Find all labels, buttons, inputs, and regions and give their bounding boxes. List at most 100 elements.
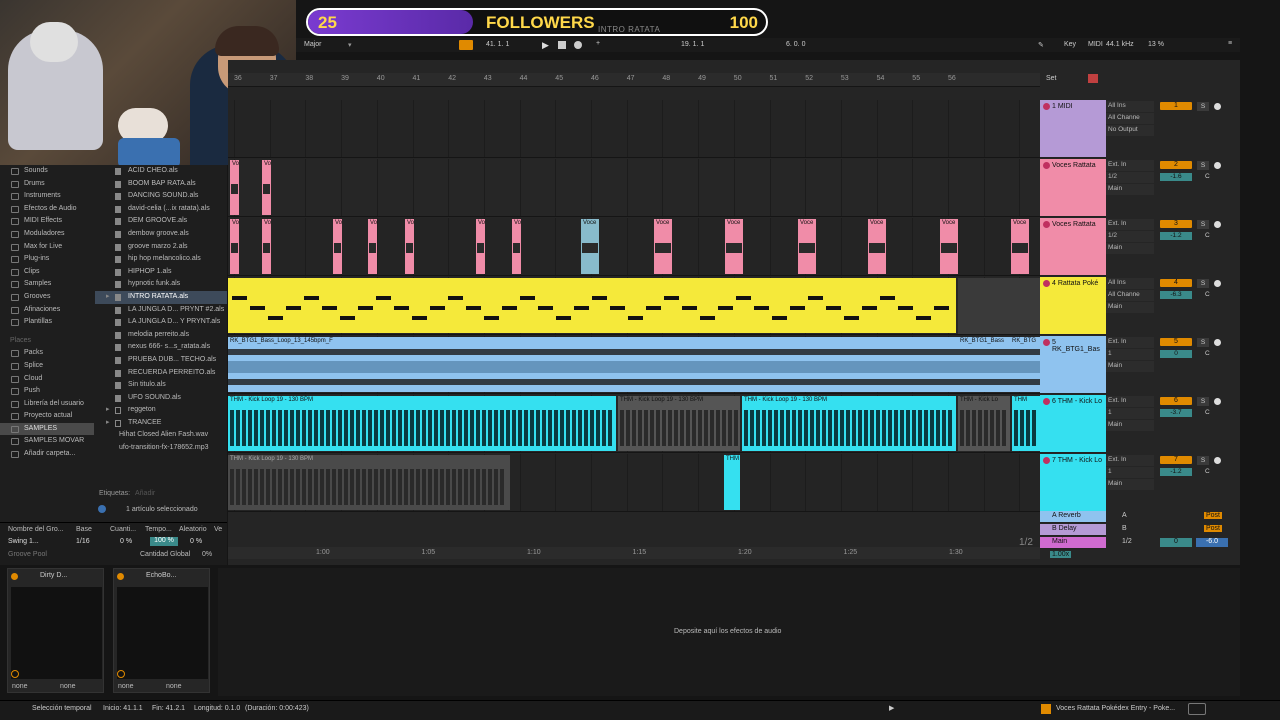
io-select[interactable]: Main [1106,479,1154,490]
track-number[interactable]: 6 [1160,397,1192,405]
solo-button[interactable]: S [1197,102,1209,111]
category-item[interactable]: Clips [0,266,94,279]
audio-clip[interactable]: Voce [262,160,271,215]
io-select[interactable]: Main [1106,420,1154,431]
key-map-button[interactable]: Key [1064,41,1076,48]
audio-clip[interactable]: Voce [798,219,816,274]
device-power-icon[interactable] [11,573,18,580]
file-item[interactable]: DEM GROOVE.als [95,215,227,228]
midi-clip[interactable] [228,278,956,333]
io-select[interactable]: Main [1106,302,1154,313]
track-lane[interactable]: Voce Voce [228,159,1040,217]
audio-clip[interactable]: Voce [512,219,521,274]
return-track[interactable]: Main [1040,537,1106,549]
expand-icon[interactable]: ▸ [106,404,110,417]
solo-button[interactable]: S [1197,456,1209,465]
file-item[interactable]: hip hop melancolico.als [95,253,227,266]
pan-value[interactable]: C [1205,173,1210,180]
io-select[interactable]: Ext. In [1106,396,1154,407]
place-item[interactable]: Splice [0,360,94,373]
io-select[interactable]: All Ins [1106,278,1154,289]
file-item[interactable]: melodia perreito.als [95,329,227,342]
position-display[interactable]: 41. 1. 1 [486,41,509,48]
audio-clip[interactable]: Voce [725,219,743,274]
fold-icon[interactable] [1043,339,1050,346]
solo-button[interactable]: S [1197,338,1209,347]
tags-add[interactable]: Añadir [135,490,155,497]
file-item[interactable]: nexus 666- s...s_ratata.als [95,341,227,354]
audio-clip[interactable]: Voce [654,219,672,274]
track-header[interactable]: Voces Rattata [1040,159,1106,217]
category-item[interactable]: Max for Live [0,241,94,254]
inactive-clip[interactable] [958,278,1040,334]
record-icon[interactable] [574,41,582,49]
pan-value[interactable]: C [1205,468,1210,475]
track-lane[interactable]: Voce Voce Voce Voce Voce Voce Voce Voce Voce Voce… [228,218,1040,276]
track-number[interactable]: 4 [1160,279,1192,287]
category-item[interactable]: Efectos de Audio [0,203,94,216]
file-item[interactable]: ▸ INTRO RATATA.als [95,290,227,304]
track-number[interactable]: 3 [1160,220,1192,228]
device-power-icon[interactable] [117,573,124,580]
track-header[interactable]: Voces Rattata [1040,218,1106,276]
track-number[interactable]: 1 [1160,102,1192,110]
arm-icon[interactable] [1214,221,1221,228]
scale-select[interactable]: Major [304,41,322,48]
category-item[interactable]: MIDI Effects [0,215,94,228]
arrangement-record-icon[interactable] [459,40,473,50]
solo-button[interactable]: S [1197,397,1209,406]
view-toggle-icon[interactable] [1188,703,1206,715]
track-number[interactable]: 2 [1160,161,1192,169]
io-select[interactable]: 1 [1106,408,1154,419]
file-item[interactable]: Sin titulo.als [95,379,227,392]
file-item[interactable]: PRUEBA DUB... TECHO.als [95,354,227,367]
knob-icon[interactable] [117,670,125,678]
track-header[interactable]: 5 RK_BTG1_Bas [1040,336,1106,394]
volume-value[interactable]: -3.7 [1160,409,1192,417]
audio-clip[interactable]: Voce [333,219,342,274]
audio-clip[interactable]: THM [724,455,740,510]
expand-icon[interactable]: ▸ [106,291,110,304]
fold-icon[interactable] [1043,103,1050,110]
add-icon[interactable]: + [596,40,600,47]
set-icon[interactable] [1088,74,1098,83]
fold-icon[interactable] [1043,221,1050,228]
io-select[interactable]: 1/2 [1106,172,1154,183]
track-lane[interactable]: RK_BTG1_Bass_Loop_13_145bpm_F RK_BTG1_Bas… [228,336,1040,394]
scale-chevron-icon[interactable]: ▾ [348,41,352,49]
io-select[interactable]: All Channe [1106,113,1154,124]
audio-clip[interactable]: Voce [405,219,414,274]
category-item[interactable]: Instruments [0,190,94,203]
groove-base[interactable]: 1/16 [76,538,90,545]
volume-value[interactable]: -6.3 [1160,291,1192,299]
play-icon[interactable]: ▶ [542,40,549,51]
stop-icon[interactable] [558,41,566,49]
track-number[interactable]: 7 [1160,456,1192,464]
audio-clip[interactable]: THM - Kick Loop 19 - 130 BPM [742,396,956,451]
io-select[interactable]: All Ins [1106,101,1154,112]
place-item[interactable]: Cloud [0,373,94,386]
file-item[interactable]: BOOM BAP RATA.als [95,178,227,191]
track-lane[interactable] [228,277,1040,335]
io-select[interactable]: 1 [1106,349,1154,360]
menu-icon[interactable]: ≡ [1228,40,1232,47]
audio-clip[interactable]: THM - Kick Loop 19 - 130 BPM [228,455,510,510]
volume-value[interactable]: 0 [1160,350,1192,358]
audio-clip[interactable]: Voce [476,219,485,274]
audio-clip[interactable]: Voce [1011,219,1029,274]
groove-random[interactable]: 0 % [190,538,202,545]
place-item[interactable]: Push [0,385,94,398]
pan-value[interactable]: C [1205,291,1210,298]
arm-icon[interactable] [1214,162,1221,169]
device-select-a[interactable]: none [12,683,28,690]
track-lane[interactable] [228,100,1040,158]
folder-item[interactable]: ▸ reggeton [95,404,227,417]
main-volume[interactable]: 0 [1160,538,1192,547]
category-item[interactable]: Plantillas [0,316,94,329]
arm-icon[interactable] [1214,398,1221,405]
loop-start-display[interactable]: 19. 1. 1 [681,41,704,48]
io-select[interactable]: 1/2 [1106,231,1154,242]
category-item[interactable]: Afinaciones [0,304,94,317]
audio-clip[interactable]: Voce [368,219,377,274]
file-item[interactable]: DANCING SOUND.als [95,190,227,203]
